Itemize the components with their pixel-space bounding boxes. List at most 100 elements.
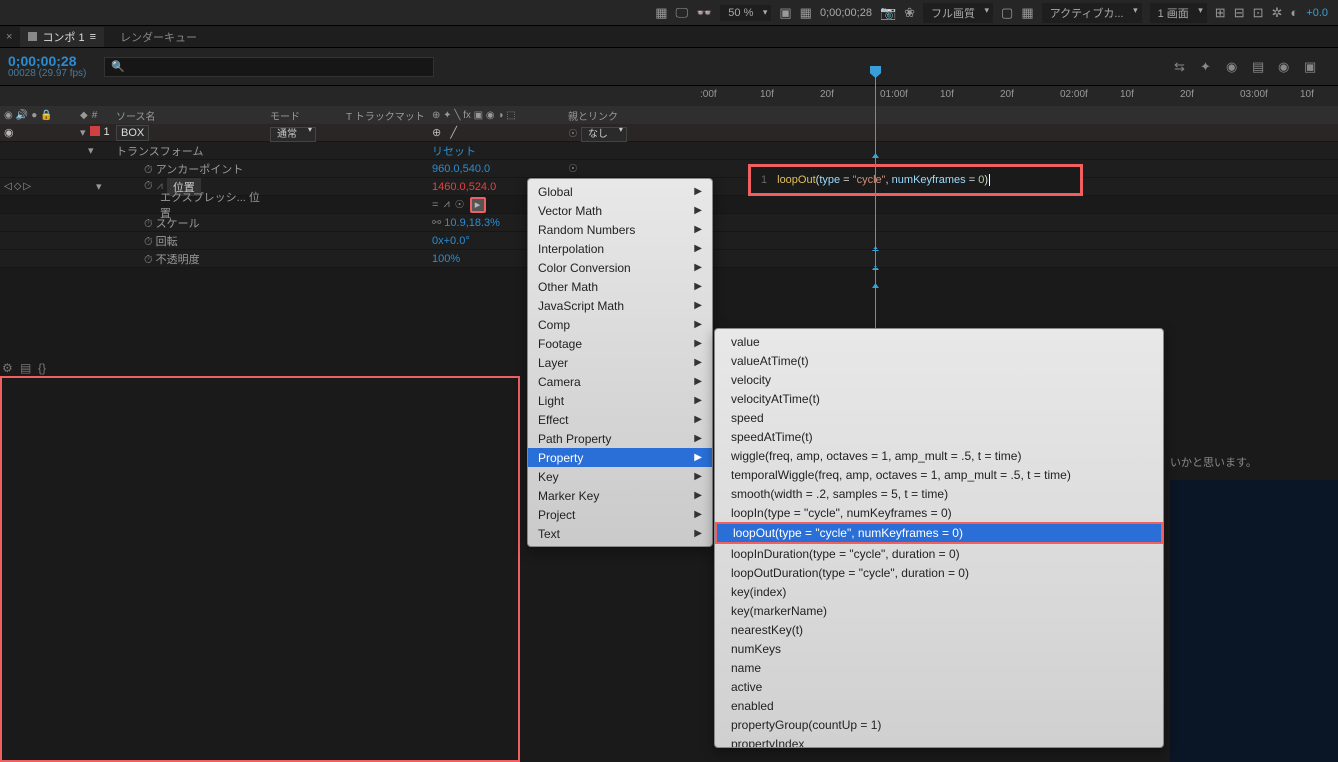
solo-column-icon[interactable]: ● [31, 110, 37, 121]
layer-row[interactable]: ◉ ▾ 1 BOX 通常 ⊕ ╱ ☉ なし [0, 124, 1338, 142]
submenu-item[interactable]: velocityAtTime(t) [715, 389, 1163, 408]
channels-icon[interactable]: ▣ [779, 5, 791, 21]
expression-category-menu[interactable]: Global▶Vector Math▶Random Numbers▶Interp… [527, 178, 713, 547]
view-icon-1[interactable]: ⊞ [1215, 5, 1226, 21]
menu-item-global[interactable]: Global▶ [528, 182, 712, 201]
menu-item-camera[interactable]: Camera▶ [528, 372, 712, 391]
toggle-switches-icon[interactable]: ⚙ [2, 361, 16, 375]
menu-item-random-numbers[interactable]: Random Numbers▶ [528, 220, 712, 239]
view-icon-2[interactable]: ⊟ [1234, 5, 1245, 21]
tab-comp[interactable]: コンポ 1 ≡ [20, 27, 104, 47]
time-ruler[interactable]: :00f10f20f01:00f10f20f02:00f10f20f03:00f… [0, 86, 1338, 106]
menu-item-vector-math[interactable]: Vector Math▶ [528, 201, 712, 220]
mode-column[interactable]: モード [266, 108, 342, 123]
expression-function-menu[interactable]: valuevalueAtTime(t)velocityvelocityAtTim… [714, 328, 1164, 748]
view-icon-4[interactable]: ✲ [1272, 5, 1283, 21]
label-color[interactable] [90, 126, 100, 136]
brackets-icon[interactable]: {} [38, 361, 52, 375]
blend-mode-dropdown[interactable]: 通常 [270, 127, 316, 142]
tab-render-queue[interactable]: レンダーキュー [112, 27, 205, 47]
current-time[interactable]: 0;00;00;28 [820, 7, 872, 19]
menu-item-text[interactable]: Text▶ [528, 524, 712, 543]
viewcount-dropdown[interactable]: 1 画面 [1150, 3, 1207, 23]
next-keyframe-icon[interactable]: ▷ [23, 181, 31, 192]
region-icon[interactable]: ▢ [1001, 5, 1013, 21]
scale-value[interactable]: 10.9,18.3% [444, 217, 500, 229]
submenu-item[interactable]: value [715, 332, 1163, 351]
submenu-item[interactable]: velocity [715, 370, 1163, 389]
exposure-value[interactable]: +0.0 [1306, 7, 1328, 19]
menu-item-light[interactable]: Light▶ [528, 391, 712, 410]
menu-item-project[interactable]: Project▶ [528, 505, 712, 524]
menu-item-property[interactable]: Property▶ [528, 448, 712, 467]
pickwhip-icon[interactable]: ☉ [568, 128, 578, 140]
submenu-item[interactable]: key(index) [715, 582, 1163, 601]
submenu-item[interactable]: propertyIndex [715, 734, 1163, 748]
label-column-icon[interactable]: ◆ [80, 110, 88, 121]
parent-dropdown[interactable]: なし [581, 127, 627, 142]
anchor-point-row[interactable]: ⏱ アンカーポイント 960.0,540.0 ☉ [0, 160, 1338, 178]
menu-item-path-property[interactable]: Path Property▶ [528, 429, 712, 448]
audio-column-icon[interactable]: 🔊 [16, 110, 28, 121]
view-icon-3[interactable]: ⊡ [1253, 5, 1264, 21]
camera-dropdown[interactable]: アクティブカ... [1042, 3, 1142, 23]
menu-item-key[interactable]: Key▶ [528, 467, 712, 486]
layer-twirl-icon[interactable]: ▾ [80, 126, 86, 139]
submenu-item[interactable]: speedAtTime(t) [715, 427, 1163, 446]
layer-name-input[interactable]: BOX [116, 125, 149, 141]
stopwatch-icon[interactable]: ⏱ [144, 218, 153, 230]
current-timecode[interactable]: 0;00;00;28 [8, 54, 86, 68]
snapshot-icon[interactable]: 📷 [880, 5, 896, 21]
expression-graph-icon[interactable]: ⩘ [443, 198, 449, 211]
layer-search-input[interactable]: 🔍 [104, 57, 434, 77]
menu-item-other-math[interactable]: Other Math▶ [528, 277, 712, 296]
menu-item-comp[interactable]: Comp▶ [528, 315, 712, 334]
expression-language-menu-button[interactable]: ▸ [470, 197, 486, 213]
toggle-modes-icon[interactable]: ▤ [20, 361, 34, 375]
stopwatch-icon[interactable]: ⏱ [144, 236, 153, 248]
submenu-item[interactable]: nearestKey(t) [715, 620, 1163, 639]
submenu-item[interactable]: numKeys [715, 639, 1163, 658]
submenu-item[interactable]: temporalWiggle(freq, amp, octaves = 1, a… [715, 465, 1163, 484]
graph-editor-icon[interactable]: ▣ [1304, 59, 1320, 75]
menu-item-layer[interactable]: Layer▶ [528, 353, 712, 372]
menu-item-marker-key[interactable]: Marker Key▶ [528, 486, 712, 505]
menu-item-javascript-math[interactable]: JavaScript Math▶ [528, 296, 712, 315]
submenu-item[interactable]: loopInDuration(type = "cycle", duration … [715, 544, 1163, 563]
submenu-item[interactable]: active [715, 677, 1163, 696]
submenu-item[interactable]: loopOutDuration(type = "cycle", duration… [715, 563, 1163, 582]
submenu-item[interactable]: loopIn(type = "cycle", numKeyframes = 0) [715, 503, 1163, 522]
parent-column[interactable]: 親とリンク [564, 108, 684, 123]
hold-keyframe[interactable] [875, 276, 876, 288]
frame-blend-icon[interactable]: ▤ [1252, 59, 1268, 75]
transform-twirl-icon[interactable]: ▾ [88, 144, 94, 157]
layout-icon[interactable]: ▦ [655, 5, 667, 21]
submenu-item[interactable]: enabled [715, 696, 1163, 715]
stopwatch-icon[interactable]: ⏱ [144, 164, 153, 176]
video-toggle-icon[interactable]: ◉ [4, 126, 14, 139]
draft3d-icon[interactable]: ✦ [1200, 59, 1216, 75]
menu-item-footage[interactable]: Footage▶ [528, 334, 712, 353]
submenu-item[interactable]: speed [715, 408, 1163, 427]
zoom-dropdown[interactable]: 50 % [720, 5, 771, 21]
composition-flowchart-icon[interactable]: ⇆ [1174, 59, 1190, 75]
panel-menu-icon[interactable]: ≡ [90, 31, 96, 43]
lock-column-icon[interactable]: 🔒 [40, 110, 52, 121]
stopwatch-icon[interactable]: ⏱ [144, 254, 153, 266]
submenu-item[interactable]: key(markerName) [715, 601, 1163, 620]
monitor-icon[interactable]: 🖵 [676, 5, 689, 21]
menu-item-interpolation[interactable]: Interpolation▶ [528, 239, 712, 258]
expression-pickwhip-icon[interactable]: ☉ [455, 198, 465, 211]
exposure-icon[interactable]: ◐ [1290, 5, 1298, 20]
source-name-column[interactable]: ソース名 [112, 108, 266, 123]
constrain-icon[interactable]: ⚯ [432, 217, 441, 229]
resolution-dropdown[interactable]: フル画質 [923, 3, 993, 23]
anchor-value[interactable]: 960.0,540.0 [428, 163, 564, 175]
trackmatte-column[interactable]: T トラックマット [342, 108, 428, 123]
submenu-item[interactable]: name [715, 658, 1163, 677]
submenu-item[interactable]: smooth(width = .2, samples = 5, t = time… [715, 484, 1163, 503]
submenu-item[interactable]: wiggle(freq, amp, octaves = 1, amp_mult … [715, 446, 1163, 465]
submenu-item[interactable]: propertyGroup(countUp = 1) [715, 715, 1163, 734]
expression-enable-icon[interactable]: = [432, 199, 438, 211]
submenu-item[interactable]: loopOut(type = "cycle", numKeyframes = 0… [715, 522, 1163, 544]
